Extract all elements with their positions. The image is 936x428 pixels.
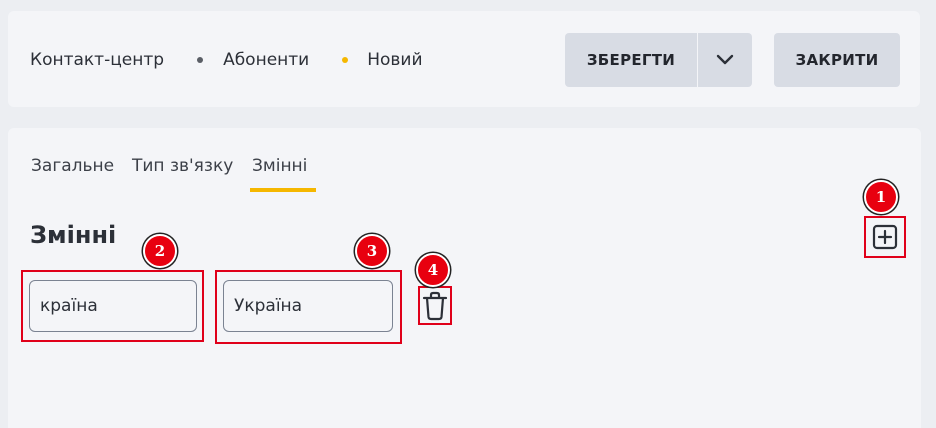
breadcrumb: Контакт-центр Абоненти Новий	[30, 49, 423, 71]
annotation-marker-2: 2	[143, 234, 177, 268]
breadcrumb-item-contact-center[interactable]: Контакт-центр	[30, 50, 164, 70]
tab-connection-type[interactable]: Тип зв'язку	[132, 156, 233, 176]
annotation-marker-4: 4	[416, 253, 450, 287]
variable-value-input[interactable]	[223, 280, 393, 332]
tab-variables[interactable]: Змінні	[252, 156, 307, 176]
page-header: Контакт-центр Абоненти Новий ЗБЕРЕГТИ ЗА…	[8, 11, 920, 107]
annotation-marker-3: 3	[355, 234, 389, 268]
variable-value-highlight	[215, 270, 402, 344]
main-panel: Загальне Тип зв'язку Змінні Змінні	[8, 128, 921, 428]
breadcrumb-separator-active	[342, 57, 349, 63]
variable-name-highlight	[21, 270, 204, 342]
tab-general[interactable]: Загальне	[31, 156, 114, 176]
close-button[interactable]: ЗАКРИТИ	[774, 33, 900, 87]
trash-icon	[422, 291, 448, 320]
plus-square-icon	[872, 224, 898, 250]
save-button[interactable]: ЗБЕРЕГТИ	[565, 33, 697, 87]
chevron-down-icon	[716, 54, 734, 65]
annotation-marker-1: 1	[864, 180, 898, 214]
breadcrumb-item-subscribers[interactable]: Абоненти	[223, 50, 309, 70]
section-title: Змінні	[30, 221, 117, 249]
delete-variable-button[interactable]	[418, 286, 452, 325]
add-variable-button[interactable]	[864, 216, 906, 258]
breadcrumb-item-new: Новий	[367, 50, 423, 70]
active-tab-indicator	[250, 188, 316, 192]
save-button-group: ЗБЕРЕГТИ	[565, 33, 752, 87]
breadcrumb-separator	[197, 57, 204, 63]
variable-name-input[interactable]	[29, 280, 197, 332]
save-options-button[interactable]	[698, 33, 752, 87]
